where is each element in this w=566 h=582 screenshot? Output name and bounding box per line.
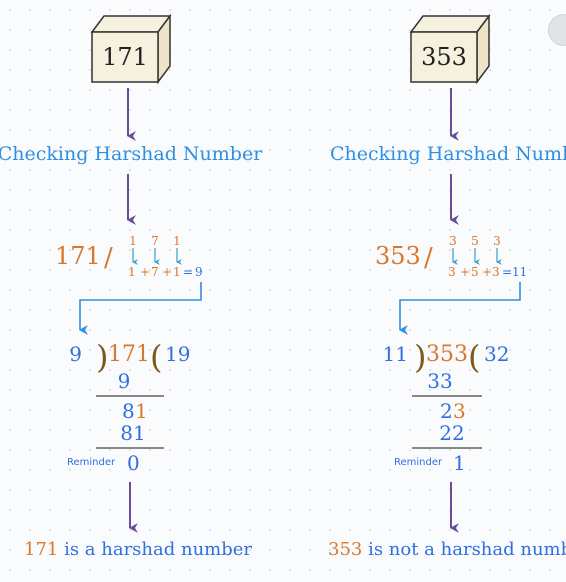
checking-label: Checking Harshad Number [330,143,566,165]
digit: 1 [129,234,137,248]
subtract-step2: 22 [439,421,464,445]
remainder-value: 1 [453,451,466,475]
number-cube: 353 [409,13,491,85]
connector-arrow [399,282,521,335]
split-number: 353 [375,242,421,270]
quotient: 19 [165,342,190,366]
sum-term: 5 [471,265,479,279]
digit-sum: 1 + 7 + 1 = 9 [128,265,203,279]
harshad-diagram: 171 Checking Harshad Number 171 / 1 7 1 … [0,13,566,560]
result-number: 171 [24,539,58,560]
checking-label: Checking Harshad Number [0,143,263,165]
slash: / [424,243,433,273]
divisor: 11 [383,342,408,366]
remainder-value: 0 [127,451,140,475]
result-phrase: is not a harshad number [362,539,566,560]
sum-term: 7 [151,265,159,279]
digit-labels: 3 5 3 [449,234,501,248]
result-phrase: is a harshad number [58,539,252,560]
digit: 7 [151,234,159,248]
subtract-step1: 33 [427,369,452,393]
sum-term: 1 [128,265,136,279]
dividend: 353 [426,342,468,367]
sum-term: + [140,265,150,279]
brought-down-digit: 1 [135,399,148,423]
sum-term: 3 [492,265,500,279]
right-column: 353 Checking Harshad Number 353 / 3 5 3 … [328,13,566,560]
cube-number: 171 [102,43,148,71]
subtract-step1: 9 [118,369,131,393]
number-cube: 171 [90,13,172,85]
digit: 3 [449,234,457,248]
open-paren: ) [96,338,108,376]
digit: 1 [173,234,181,248]
digit: 5 [471,234,479,248]
remainder-digit: 2 [440,399,453,423]
open-paren: ) [414,338,426,376]
brought-down-digit: 3 [453,399,466,423]
slash: / [104,243,113,273]
connector-arrow [79,282,202,335]
result-number: 353 [328,539,362,560]
dividend: 171 [108,342,150,367]
quotient: 32 [484,342,509,366]
cube-number: 353 [421,43,467,71]
sum-term: + [162,265,172,279]
split-number: 171 [55,242,101,270]
sum-term: + [482,265,492,279]
result-text: 171 is a harshad number [24,539,252,560]
sum-term: 11 [512,265,527,279]
reminder-label: Reminder [67,457,116,468]
divisor: 9 [69,342,82,366]
sum-term: 1 [173,265,181,279]
digit-sum: 3 + 5 + 3 = 11 [448,265,527,279]
reminder-label: Reminder [394,457,443,468]
result-text: 353 is not a harshad number [328,539,566,560]
remainder-digit: 8 [122,399,135,423]
sum-term: + [460,265,470,279]
digit: 3 [493,234,501,248]
sum-term: 9 [195,265,203,279]
close-paren: ( [468,338,480,376]
sum-term: 3 [448,265,456,279]
digit-labels: 1 7 1 [129,234,181,248]
sum-term: = [502,265,512,279]
sum-term: = [183,265,193,279]
close-paren: ( [150,338,162,376]
subtract-step2: 81 [120,421,145,445]
left-column: 171 Checking Harshad Number 171 / 1 7 1 … [0,13,263,560]
